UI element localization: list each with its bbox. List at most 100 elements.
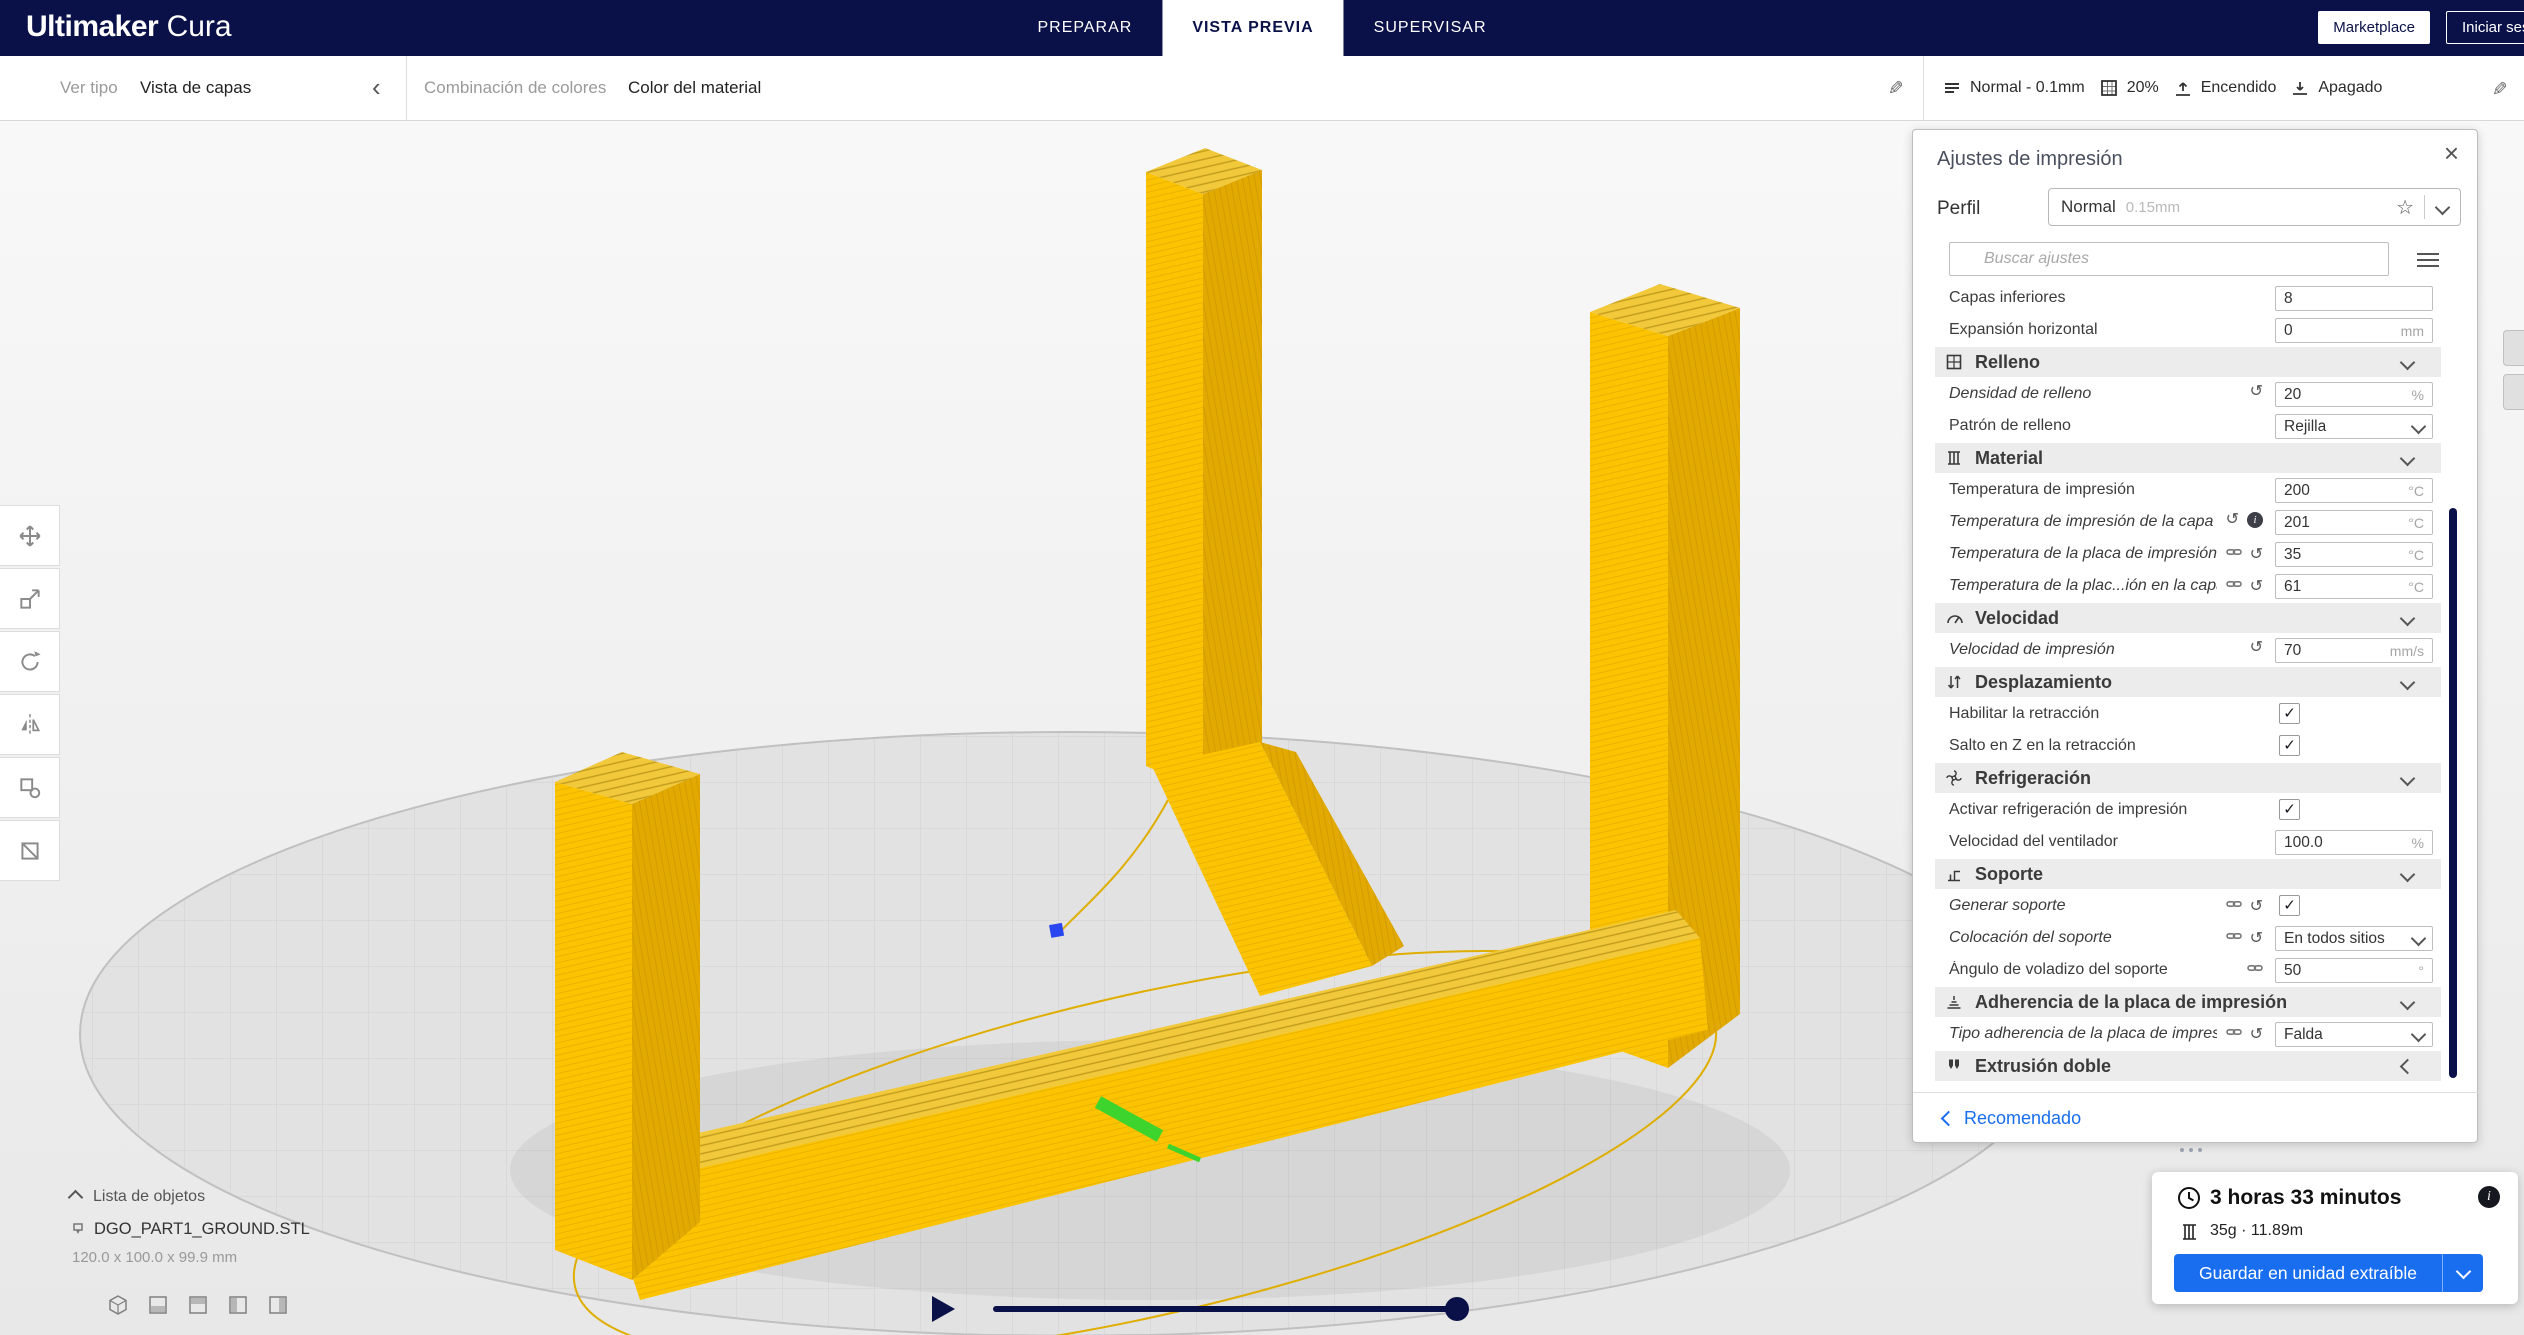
setting-row: Velocidad de impresión ↺ 70 mm/s bbox=[1913, 634, 2479, 666]
setting-dropdown[interactable]: En todos sitios bbox=[2275, 926, 2433, 951]
setting-row: Velocidad del ventilador 100.0% bbox=[1913, 826, 2479, 858]
stage-tabs: PREPARAR VISTA PREVIA SUPERVISAR bbox=[1007, 0, 1516, 56]
print-setup-summary[interactable]: Normal - 0.1mm 20% Encendido Apagado ✎ bbox=[1923, 56, 2524, 120]
view-top-button[interactable] bbox=[183, 1290, 213, 1320]
link-icon[interactable] bbox=[2247, 960, 2263, 981]
view-type-value[interactable]: Vista de capas bbox=[140, 78, 251, 98]
reset-icon[interactable]: ↺ bbox=[2250, 546, 2263, 563]
reset-icon[interactable]: ↺ bbox=[2250, 930, 2263, 947]
save-to-removable-drive-button[interactable]: Guardar en unidad extraíble bbox=[2174, 1254, 2442, 1292]
setting-value-field[interactable]: 8 bbox=[2275, 286, 2433, 311]
view-3d-button[interactable] bbox=[103, 1290, 133, 1320]
reset-icon[interactable]: ↺ bbox=[2250, 384, 2263, 400]
support-icon bbox=[1948, 870, 1960, 882]
checkbox[interactable]: ✓ bbox=[2279, 895, 2300, 916]
view-front-button[interactable] bbox=[143, 1290, 173, 1320]
setting-label: Temperatura de la placa de impresión bbox=[1949, 545, 2217, 562]
setting-value-field[interactable]: 0 mm bbox=[2275, 318, 2433, 343]
panel-footer-divider bbox=[1913, 1092, 2479, 1093]
star-icon[interactable]: ☆ bbox=[2396, 195, 2414, 220]
save-options-dropdown[interactable] bbox=[2442, 1254, 2483, 1292]
setting-value-field[interactable]: 61 °C bbox=[2275, 574, 2433, 599]
section-header-desplazamiento[interactable]: Desplazamiento bbox=[1913, 666, 2479, 698]
setting-dropdown[interactable]: Falda bbox=[2275, 1022, 2433, 1047]
section-header-adherencia[interactable]: Adherencia de la placa de impresión bbox=[1913, 986, 2479, 1018]
tab-supervisar[interactable]: SUPERVISAR bbox=[1344, 0, 1517, 56]
tab-preparar[interactable]: PREPARAR bbox=[1007, 0, 1162, 56]
slider-handle[interactable] bbox=[1445, 1297, 1469, 1321]
checkbox[interactable]: ✓ bbox=[2279, 799, 2300, 820]
setting-value-field[interactable]: 201 °C bbox=[2275, 510, 2433, 535]
edit-pencil-icon[interactable]: ✎ bbox=[2487, 80, 2510, 96]
chevron-down-icon bbox=[2410, 930, 2427, 947]
dual-extrusion-icon bbox=[1949, 1059, 1959, 1069]
object-list-header[interactable]: Lista de objetos bbox=[67, 1188, 310, 1206]
support-blocker-tool-button[interactable] bbox=[0, 820, 60, 881]
marketplace-button[interactable]: Marketplace bbox=[2318, 11, 2430, 44]
link-icon[interactable] bbox=[2225, 896, 2242, 917]
reset-icon[interactable]: ↺ bbox=[2226, 512, 2239, 528]
right-edge-tab[interactable] bbox=[2503, 374, 2524, 410]
right-edge-tab[interactable] bbox=[2503, 330, 2524, 366]
per-model-settings-tool-button[interactable] bbox=[0, 757, 60, 818]
chevron-down-icon bbox=[2399, 450, 2416, 466]
view-right-button[interactable] bbox=[263, 1290, 293, 1320]
chevron-left-icon[interactable]: ‹ bbox=[372, 72, 381, 103]
setting-dropdown[interactable]: Rejilla bbox=[2275, 414, 2433, 439]
print-time-estimate: 3 horas 33 minutos bbox=[2210, 1186, 2402, 1209]
section-header-soporte[interactable]: Soporte bbox=[1913, 858, 2479, 890]
summary-support: Encendido bbox=[2173, 78, 2276, 98]
layer-path-slider[interactable] bbox=[993, 1306, 1457, 1312]
reset-icon[interactable]: ↺ bbox=[2250, 1026, 2263, 1043]
setting-value-field[interactable]: 20% bbox=[2275, 382, 2433, 407]
setting-label: Colocación del soporte bbox=[1949, 929, 2112, 946]
info-icon[interactable]: i bbox=[2478, 1186, 2500, 1208]
checkbox[interactable]: ✓ bbox=[2279, 735, 2300, 756]
view-type-label: Ver tipo bbox=[60, 78, 118, 97]
section-header-velocidad[interactable]: Velocidad bbox=[1913, 602, 2479, 634]
setting-value-field[interactable]: 35 °C bbox=[2275, 542, 2433, 567]
panel-drag-dots[interactable] bbox=[2180, 1148, 2202, 1152]
play-button[interactable] bbox=[932, 1296, 955, 1322]
recommended-mode-button[interactable]: Recomendado bbox=[1940, 1108, 2081, 1129]
view-left-button[interactable] bbox=[223, 1290, 253, 1320]
mirror-tool-button[interactable] bbox=[0, 694, 60, 755]
info-icon[interactable]: i bbox=[2247, 512, 2263, 528]
link-icon[interactable] bbox=[2225, 1024, 2242, 1045]
profile-dropdown[interactable]: Normal 0.15mm ☆ bbox=[2048, 188, 2461, 226]
chevron-down-icon bbox=[2434, 199, 2451, 215]
reset-icon[interactable]: ↺ bbox=[2250, 640, 2263, 656]
link-icon[interactable] bbox=[2225, 928, 2242, 949]
close-icon[interactable]: × bbox=[2444, 140, 2459, 166]
setting-value-field[interactable]: 100.0% bbox=[2275, 830, 2433, 855]
setting-value-field[interactable]: 70 mm/s bbox=[2275, 638, 2433, 663]
toolbar-divider bbox=[406, 56, 407, 120]
mirror-icon bbox=[20, 713, 40, 736]
search-input[interactable] bbox=[1949, 242, 2389, 276]
section-header-extrusion-doble[interactable]: Extrusión doble bbox=[1913, 1050, 2479, 1082]
rotate-tool-button[interactable] bbox=[0, 631, 60, 692]
rotate-icon bbox=[21, 650, 41, 670]
color-scheme-value[interactable]: Color del material bbox=[628, 78, 761, 98]
setting-label: Tipo adherencia de la placa de impresión bbox=[1949, 1025, 2217, 1042]
checkbox[interactable]: ✓ bbox=[2279, 703, 2300, 724]
setting-value-field[interactable]: 200 °C bbox=[2275, 478, 2433, 503]
tab-vista-previa[interactable]: VISTA PREVIA bbox=[1162, 0, 1344, 56]
link-icon[interactable] bbox=[2225, 544, 2242, 565]
section-header-relleno[interactable]: Relleno bbox=[1913, 346, 2479, 378]
per-model-settings-icon bbox=[19, 777, 40, 798]
reset-icon[interactable]: ↺ bbox=[2250, 578, 2263, 595]
section-header-refrigeracion[interactable]: Refrigeración bbox=[1913, 762, 2479, 794]
edit-pencil-icon[interactable]: ✎ bbox=[1882, 80, 1905, 96]
reset-icon[interactable]: ↺ bbox=[2250, 898, 2263, 915]
panel-scrollbar[interactable] bbox=[2449, 508, 2457, 1078]
move-tool-button[interactable] bbox=[0, 505, 60, 566]
chevron-left-icon bbox=[2399, 1058, 2416, 1074]
setting-value-field[interactable]: 50 ° bbox=[2275, 958, 2433, 983]
section-header-material[interactable]: Material bbox=[1913, 442, 2479, 474]
filter-menu-icon[interactable] bbox=[2417, 249, 2439, 271]
object-list-item[interactable]: DGO_PART1_GROUND.STL bbox=[70, 1220, 310, 1239]
scale-tool-button[interactable] bbox=[0, 568, 60, 629]
link-icon[interactable] bbox=[2225, 576, 2242, 597]
sign-in-button[interactable]: Iniciar sesión bbox=[2446, 11, 2524, 44]
